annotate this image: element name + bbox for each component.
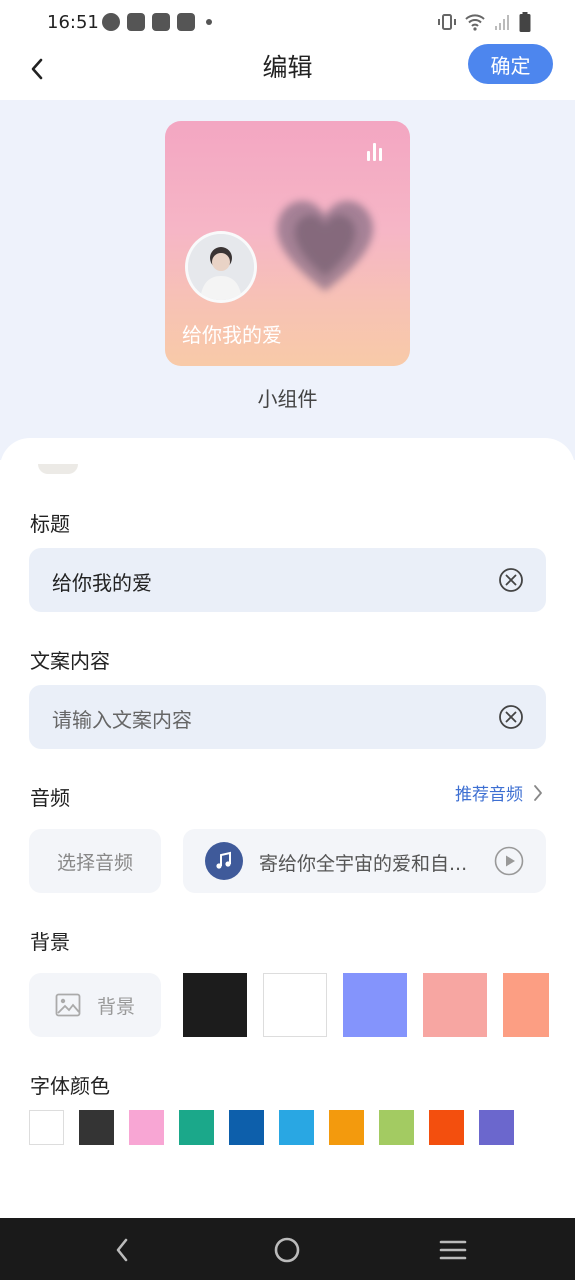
widget-preview-area: 给你我的爱 小组件: [0, 100, 575, 460]
recommend-audio-link[interactable]: 推荐音频: [455, 780, 543, 805]
font-color-swatch-blue[interactable]: [229, 1110, 264, 1145]
title-label: 标题: [30, 512, 70, 536]
background-swatches: [183, 973, 549, 1037]
widget-caption: 小组件: [257, 387, 318, 411]
top-app-bar: 编辑 确定: [0, 44, 575, 100]
font-color-swatch-red-orange[interactable]: [429, 1110, 464, 1145]
chevron-right-icon: [534, 784, 542, 801]
system-nav-bar: [0, 1218, 575, 1280]
clear-icon[interactable]: [498, 567, 524, 593]
background-label: 背景: [30, 930, 70, 954]
status-time: 16:51: [47, 12, 99, 33]
font-color-swatches: [29, 1110, 514, 1145]
copy-input[interactable]: 请输入文案内容: [52, 704, 192, 733]
font-color-swatch-purple[interactable]: [479, 1110, 514, 1145]
audio-label: 音频: [30, 786, 70, 810]
audio-track-name: 寄给你全宇宙的爱和自...: [259, 853, 468, 875]
nav-menu-icon: [439, 1240, 467, 1260]
battery-icon: [519, 12, 531, 32]
title-field[interactable]: 给你我的爱: [29, 548, 546, 612]
edit-panel: 标题 给你我的爱 文案内容 请输入文案内容 音频 推荐音频 选择音频 寄给你全宇…: [0, 438, 575, 1218]
font-color-swatch-orange[interactable]: [329, 1110, 364, 1145]
font-color-swatch-dark-gray[interactable]: [79, 1110, 114, 1145]
image-icon: [55, 993, 81, 1017]
notification-icons: [102, 13, 212, 31]
clear-icon[interactable]: [498, 704, 524, 730]
vibrate-icon: [438, 14, 456, 30]
title-input[interactable]: 给你我的爱: [52, 567, 152, 596]
recommend-audio-label: 推荐音频: [455, 785, 523, 805]
background-image-button[interactable]: 背景: [29, 973, 161, 1037]
nav-back-button[interactable]: [106, 1234, 138, 1266]
status-bar: 16:51: [0, 0, 575, 46]
background-swatch-blue[interactable]: [343, 973, 407, 1037]
widget-title-text: 给你我的爱: [182, 323, 282, 347]
equalizer-icon: [367, 143, 382, 161]
copy-label: 文案内容: [30, 649, 110, 673]
font-color-label: 字体颜色: [30, 1074, 110, 1098]
nav-back-icon: [116, 1238, 128, 1262]
person-photo: [188, 234, 254, 300]
nav-menu-button[interactable]: [437, 1234, 469, 1266]
background-swatch-white[interactable]: [263, 973, 327, 1037]
background-swatch-black[interactable]: [183, 973, 247, 1037]
shopping-bag-icon: [127, 13, 145, 31]
background-pick-label: 背景: [96, 995, 135, 1018]
play-icon[interactable]: [494, 846, 524, 876]
wifi-icon: [465, 14, 485, 31]
shopping-bag-icon: [177, 13, 195, 31]
font-color-swatch-pink[interactable]: [129, 1110, 164, 1145]
avatar: [185, 231, 257, 303]
nav-home-icon: [274, 1237, 300, 1263]
signal-icon: [495, 15, 509, 30]
font-color-swatch-white[interactable]: [29, 1110, 64, 1145]
font-color-swatch-teal[interactable]: [179, 1110, 214, 1145]
dot-icon: [206, 19, 212, 25]
copy-field[interactable]: 请输入文案内容: [29, 685, 546, 749]
background-swatch-orange[interactable]: [503, 973, 549, 1037]
font-color-swatch-sky-blue[interactable]: [279, 1110, 314, 1145]
background-swatch-pink[interactable]: [423, 973, 487, 1037]
system-icons: [437, 12, 531, 32]
sheet-handle[interactable]: [38, 464, 78, 474]
shopping-bag-icon: [152, 13, 170, 31]
font-color-swatch-green[interactable]: [379, 1110, 414, 1145]
nav-home-button[interactable]: [271, 1234, 303, 1266]
music-note-icon: [205, 842, 243, 880]
confirm-button[interactable]: 确定: [468, 44, 553, 84]
speedometer-icon: [102, 13, 120, 31]
widget-preview[interactable]: 给你我的爱: [165, 121, 410, 366]
audio-track-card[interactable]: 寄给你全宇宙的爱和自...: [183, 829, 546, 893]
cloud-heart-image: [277, 201, 373, 291]
select-audio-button[interactable]: 选择音频: [29, 829, 161, 893]
